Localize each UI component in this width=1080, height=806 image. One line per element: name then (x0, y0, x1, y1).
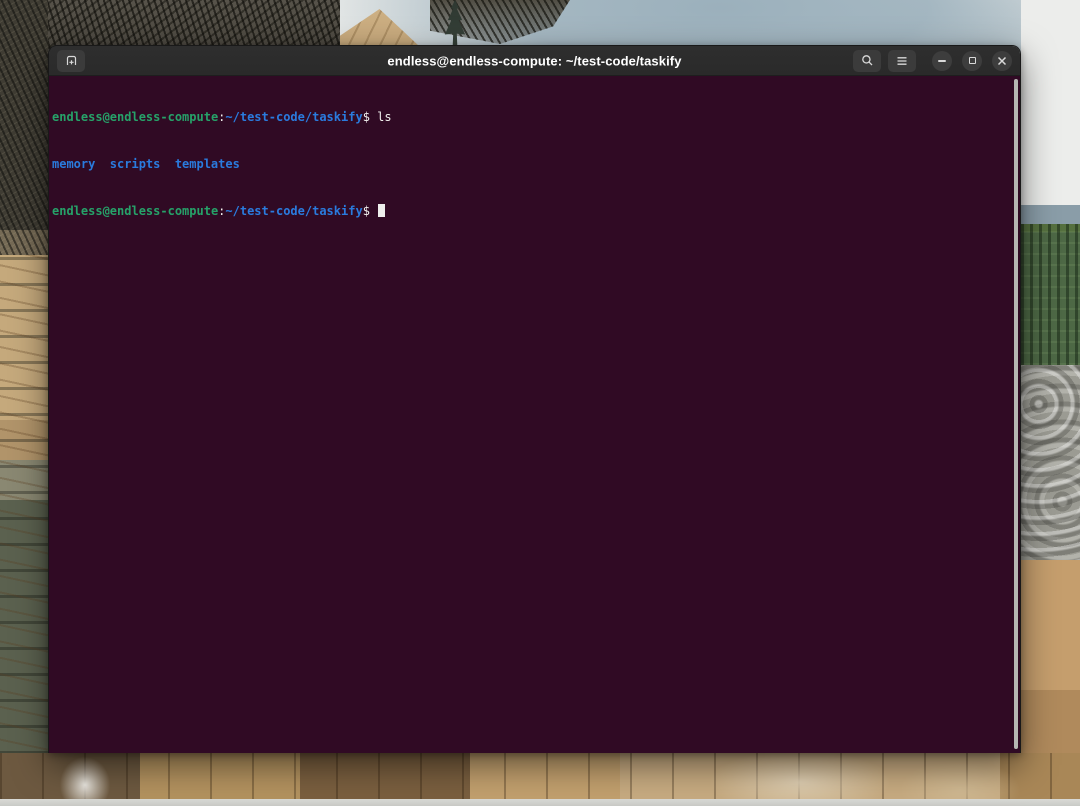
menu-button[interactable] (888, 50, 916, 72)
minimize-button[interactable] (932, 51, 952, 71)
wallpaper-right-forest-rocks (1021, 0, 1080, 806)
terminal-window: endless@endless-compute: ~/test-code/tas… (48, 45, 1021, 753)
prompt-user-host: endless@endless-compute (52, 204, 218, 218)
scrollbar[interactable] (1014, 79, 1018, 749)
search-button[interactable] (853, 50, 881, 72)
maximize-icon (969, 57, 976, 64)
prompt-symbol: $ (363, 204, 377, 218)
hamburger-menu-icon (896, 55, 908, 67)
terminal-cursor (378, 204, 385, 217)
titlebar-controls (853, 50, 1012, 72)
terminal-line-ls-output: memory scripts templates (52, 157, 1014, 173)
prompt-path: ~/test-code/taskify (225, 110, 362, 124)
wallpaper-left-shingles (0, 0, 48, 806)
new-tab-button[interactable] (57, 50, 85, 72)
titlebar[interactable]: endless@endless-compute: ~/test-code/tas… (49, 46, 1020, 76)
prompt-path: ~/test-code/taskify (225, 204, 362, 218)
maximize-button[interactable] (962, 51, 982, 71)
terminal-screen[interactable]: endless@endless-compute:~/test-code/task… (49, 76, 1020, 753)
typed-command: ls (377, 110, 391, 124)
directory-memory: memory (52, 157, 95, 171)
close-icon (997, 56, 1007, 66)
prompt-symbol: $ (363, 110, 377, 124)
terminal-line-prompt-2: endless@endless-compute:~/test-code/task… (52, 204, 1014, 220)
directory-templates: templates (175, 157, 240, 171)
directory-scripts: scripts (110, 157, 161, 171)
prompt-user-host: endless@endless-compute (52, 110, 218, 124)
search-icon (861, 54, 874, 67)
wallpaper-bottom-band (0, 799, 1080, 806)
new-tab-icon (65, 54, 78, 67)
close-button[interactable] (992, 51, 1012, 71)
minimize-icon (938, 60, 946, 62)
window-title: endless@endless-compute: ~/test-code/tas… (387, 53, 681, 68)
terminal-line-prompt-1: endless@endless-compute:~/test-code/task… (52, 110, 1014, 126)
